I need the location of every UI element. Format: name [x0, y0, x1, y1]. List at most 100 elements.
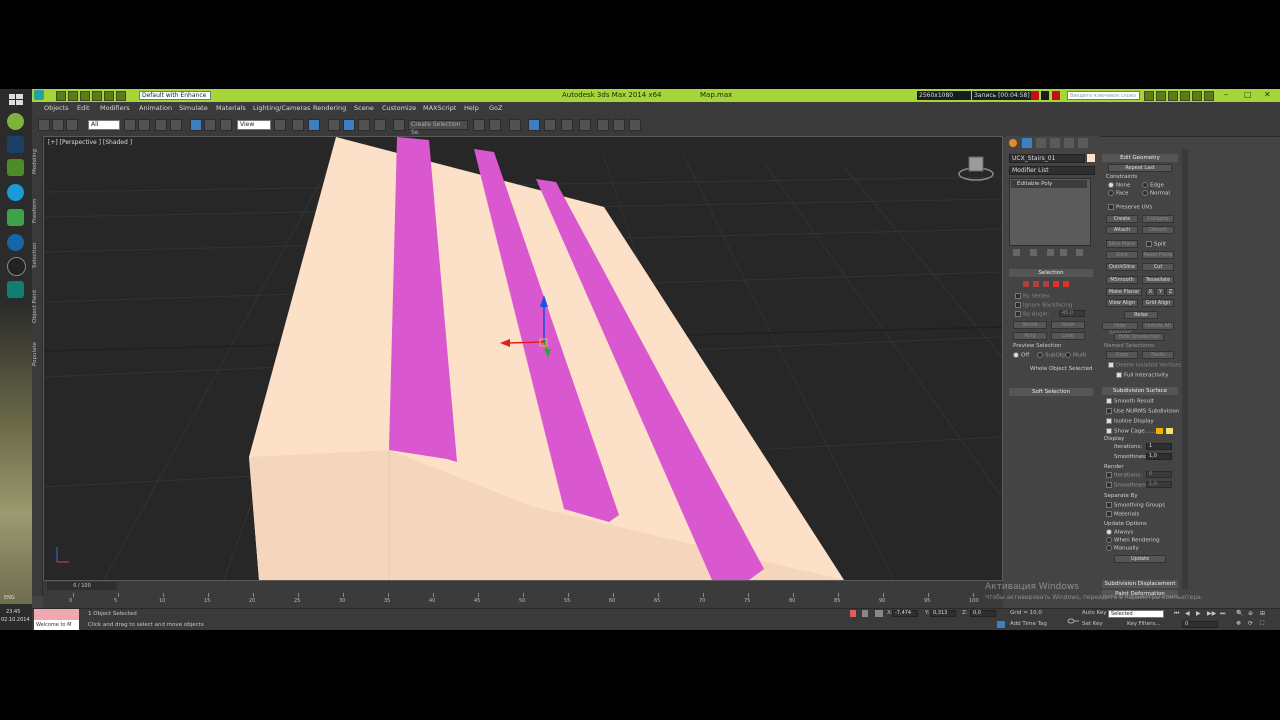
- menu-animation[interactable]: Animation: [139, 104, 172, 112]
- maximize-icon[interactable]: □: [1244, 90, 1252, 99]
- object-name-field[interactable]: UCX_Stairs_01: [1009, 154, 1085, 163]
- menu-customize[interactable]: Customize: [382, 104, 416, 112]
- show-end-result-icon[interactable]: [1030, 249, 1037, 256]
- redo-icon[interactable]: [104, 91, 114, 101]
- green-app-icon[interactable]: [7, 159, 24, 176]
- select-by-name-icon[interactable]: [138, 119, 150, 131]
- use-nurms-checkbox[interactable]: Use NURMS Subdivision: [1106, 408, 1179, 415]
- object-color-swatch[interactable]: [1087, 154, 1095, 162]
- minimize-icon[interactable]: –: [1224, 90, 1228, 99]
- menu-scene[interactable]: Scene: [354, 104, 374, 112]
- bind-spacewarp-icon[interactable]: [66, 119, 78, 131]
- constraint-normal-radio[interactable]: Normal: [1142, 190, 1170, 197]
- layer-manager-icon[interactable]: [509, 119, 521, 131]
- unreal-engine-icon[interactable]: [7, 257, 26, 276]
- planar-x-button[interactable]: X: [1146, 288, 1155, 296]
- workspace-dropdown[interactable]: Default with Enhance: [139, 91, 211, 100]
- delete-isolated-checkbox[interactable]: Delete Isolated Vertices: [1108, 362, 1181, 369]
- constraint-face-radio[interactable]: Face: [1108, 190, 1128, 197]
- subdivision-surface-rollout-header[interactable]: Subdivision Surface: [1102, 387, 1178, 395]
- menu-goz[interactable]: GoZ: [489, 104, 502, 112]
- menu-objects[interactable]: Objects: [44, 104, 69, 112]
- collapse-button[interactable]: Collapse: [1142, 215, 1174, 223]
- graphite-modeling-icon[interactable]: [528, 119, 540, 131]
- slice-plane-button[interactable]: Slice Plane: [1106, 240, 1138, 248]
- remove-modifier-icon[interactable]: [1060, 249, 1067, 256]
- percent-snap-icon[interactable]: [358, 119, 370, 131]
- mirror-icon[interactable]: [473, 119, 485, 131]
- ribbon-tab-selection[interactable]: Selection: [32, 236, 42, 268]
- stack-item-editable-poly[interactable]: Editable Poly: [1011, 180, 1087, 188]
- planar-z-button[interactable]: Z: [1166, 288, 1175, 296]
- close-icon[interactable]: ✕: [1264, 90, 1271, 99]
- z-coord-field[interactable]: 0,0: [970, 610, 996, 617]
- configure-sets-icon[interactable]: [1076, 249, 1083, 256]
- reference-coordinate-dropdown[interactable]: View: [237, 120, 271, 130]
- app-logo-icon[interactable]: [34, 90, 44, 100]
- menu-lighting-cameras[interactable]: Lighting/Cameras: [253, 104, 310, 112]
- menu-materials[interactable]: Materials: [216, 104, 246, 112]
- planar-y-button[interactable]: Y: [1156, 288, 1165, 296]
- slice-button[interactable]: Slice: [1106, 251, 1138, 259]
- playback-controls[interactable]: ⏮ ◀ ▶ ▶▶ ⏭: [1174, 610, 1230, 618]
- display-iterations-spinner[interactable]: 1: [1146, 443, 1172, 450]
- track-bar[interactable]: 0 5 10 15 20 25 30 35 40 45 50 55 60 65 70 75 80 85 90 95 10…: [69, 581, 979, 608]
- shrink-button[interactable]: Shrink: [1013, 321, 1047, 329]
- edit-geometry-rollout-header[interactable]: Edit Geometry: [1102, 154, 1178, 162]
- preview-off-radio[interactable]: Off: [1013, 352, 1029, 359]
- detach-button[interactable]: Detach: [1142, 226, 1174, 234]
- attach-button[interactable]: Attach: [1106, 226, 1138, 234]
- project-folder-icon[interactable]: [116, 91, 126, 101]
- align-icon[interactable]: [489, 119, 501, 131]
- create-button[interactable]: Create: [1106, 215, 1138, 223]
- set-key-button[interactable]: Set Key: [1082, 621, 1103, 627]
- binoculars-icon[interactable]: [1144, 91, 1154, 101]
- y-coord-field[interactable]: 0,313: [930, 610, 956, 617]
- schematic-view-icon[interactable]: [561, 119, 573, 131]
- subscription-icon[interactable]: [1156, 91, 1166, 101]
- show-cage-checkbox[interactable]: Show Cage......: [1106, 428, 1155, 435]
- render-smoothness-checkbox[interactable]: Smoothness:: [1106, 482, 1150, 489]
- cage-color-swatch-2[interactable]: [1166, 428, 1173, 434]
- undo-icon[interactable]: [92, 91, 102, 101]
- constraint-edge-radio[interactable]: Edge: [1142, 182, 1164, 189]
- blue-app-icon[interactable]: [7, 234, 24, 251]
- viewport-navigation-controls[interactable]: 🔍 ⊕ ⊞ ✥ ⟳ ⛶: [1236, 610, 1276, 630]
- link-icon[interactable]: [38, 119, 50, 131]
- render-production-icon[interactable]: [629, 119, 641, 131]
- angle-snap-icon[interactable]: [343, 119, 355, 131]
- selection-filter-dropdown[interactable]: All: [88, 120, 120, 130]
- curve-editor-icon[interactable]: [544, 119, 556, 131]
- recorder-close-icon[interactable]: [1052, 91, 1060, 100]
- hierarchy-tab-icon[interactable]: [1036, 138, 1046, 148]
- subdivision-displacement-rollout-header[interactable]: Subdivision Displacement: [1102, 580, 1178, 588]
- named-selection-dropdown[interactable]: Create Selection Se: [408, 120, 468, 136]
- loop-button[interactable]: Loop: [1051, 332, 1085, 340]
- pin-stack-icon[interactable]: [1013, 249, 1020, 256]
- isolate-selection-icon[interactable]: [850, 610, 856, 617]
- spinner-snap-icon[interactable]: [374, 119, 386, 131]
- current-frame-field[interactable]: 0: [1182, 621, 1218, 628]
- photoshop-icon[interactable]: [7, 136, 24, 153]
- edit-named-selection-icon[interactable]: [393, 119, 405, 131]
- msmooth-button[interactable]: MSmooth: [1106, 276, 1138, 284]
- quickslice-button[interactable]: QuickSlice: [1106, 263, 1138, 271]
- ribbon-tab-populate[interactable]: Populate: [32, 334, 42, 366]
- material-editor-icon[interactable]: [579, 119, 591, 131]
- select-and-rotate-icon[interactable]: [204, 119, 216, 131]
- menu-simulate[interactable]: Simulate: [179, 104, 208, 112]
- language-indicator[interactable]: ENG: [4, 595, 15, 601]
- update-always-radio[interactable]: Always: [1106, 529, 1133, 536]
- perspective-viewport[interactable]: [+] [Perspective ] [Shaded ]: [43, 136, 1003, 581]
- copy-button[interactable]: Copy: [1106, 351, 1138, 359]
- selection-lock-icon[interactable]: [862, 610, 868, 617]
- key-set-dropdown[interactable]: Selected: [1108, 610, 1164, 618]
- unlink-icon[interactable]: [52, 119, 64, 131]
- pivot-center-icon[interactable]: [274, 119, 286, 131]
- display-smoothness-spinner[interactable]: 1,0: [1146, 453, 1172, 460]
- isoline-display-checkbox[interactable]: Isoline Display: [1106, 418, 1154, 425]
- smoothing-groups-checkbox[interactable]: Smoothing Groups: [1106, 502, 1165, 509]
- preserve-uvs-checkbox[interactable]: Preserve UVs: [1108, 204, 1152, 211]
- stop-icon[interactable]: [1041, 91, 1049, 100]
- record-icon[interactable]: [1031, 91, 1039, 100]
